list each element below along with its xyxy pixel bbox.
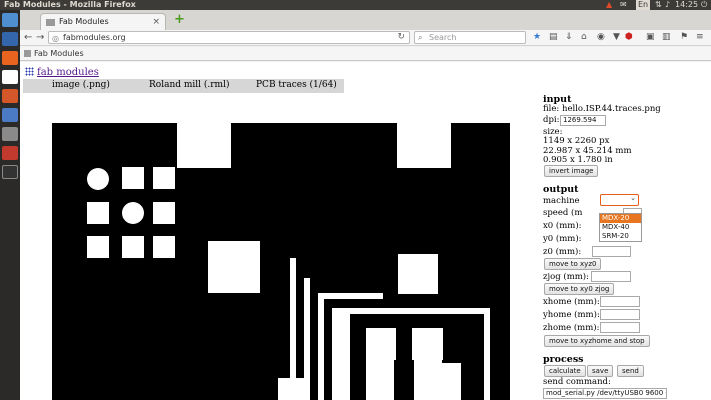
text-editor-icon[interactable]	[2, 108, 18, 122]
files-icon[interactable]	[2, 32, 18, 46]
yhome-label: yhome (mm):	[543, 310, 600, 320]
machine-select[interactable]: ⌄	[600, 194, 639, 206]
network-icon[interactable]: ⇅	[655, 0, 662, 10]
terminal-icon[interactable]	[2, 165, 18, 179]
search-icon: ⌕	[418, 33, 423, 42]
mail-icon[interactable]: ✉	[620, 0, 627, 10]
input-file: file: hello.ISP.44.traces.png	[543, 104, 661, 114]
search-input[interactable]: ⌕ Search	[414, 31, 526, 44]
bookmark-favicon-icon	[24, 50, 31, 57]
pcb-traces-image	[52, 123, 510, 400]
zhome-label: zhome (mm):	[543, 323, 600, 333]
url-text: fabmodules.org	[63, 33, 126, 42]
reading-list-icon[interactable]: ▤	[549, 32, 558, 43]
home-icon[interactable]: ⌂	[581, 32, 587, 43]
dpi-input[interactable]: 1269.594	[560, 115, 606, 126]
xhome-label: xhome (mm):	[543, 297, 600, 307]
machine-option[interactable]: MDX-40	[600, 223, 641, 232]
save-button[interactable]: save	[587, 365, 614, 377]
zhome-input[interactable]	[600, 322, 640, 333]
fab-logo-icon	[25, 67, 34, 76]
bookmarks-bar: Fab Modules	[20, 47, 711, 61]
software-center-icon[interactable]	[2, 89, 18, 103]
z0-input[interactable]	[592, 246, 631, 257]
send-command-label: send command:	[543, 377, 611, 387]
url-bar[interactable]: ◎ fabmodules.org ↻	[48, 31, 410, 44]
send-command-input[interactable]: mod_serial.py /dev/ttyUSB0 9600 -	[543, 388, 667, 399]
launcher	[0, 10, 20, 400]
dpi-label: dpi:	[543, 115, 560, 125]
tab-fab-modules[interactable]: Fab Modules ×	[40, 13, 166, 30]
reload-icon[interactable]: ↻	[397, 32, 405, 43]
keyboard-indicator[interactable]: En	[636, 0, 651, 10]
zjog-input[interactable]	[591, 271, 631, 282]
settings-icon[interactable]	[2, 127, 18, 141]
search-placeholder: Search	[429, 33, 457, 42]
close-tab-icon[interactable]: ×	[152, 14, 160, 30]
tab-bar: Fab Modules × +	[20, 10, 711, 30]
speed-label: speed (m	[543, 208, 583, 218]
downloads-icon[interactable]: ⇓	[565, 32, 573, 43]
y0-label: y0 (mm):	[543, 234, 582, 244]
favicon-icon	[46, 19, 55, 26]
volume-icon[interactable]: ♪	[665, 0, 670, 10]
xhome-input[interactable]	[600, 296, 640, 307]
menu-icon[interactable]: ≡	[696, 32, 704, 43]
tool-icon[interactable]	[2, 146, 18, 160]
fab-modules-logo-link[interactable]: fab modules	[25, 67, 99, 78]
zjog-label: zjog (mm):	[543, 272, 589, 282]
logo-text: fab modules	[37, 67, 99, 78]
tab-title: Fab Modules	[59, 17, 109, 26]
move-to-xyzhome-button[interactable]: move to xyzhome and stop	[544, 335, 650, 347]
machine-dropdown: MDX-20 MDX-40 SRM-20	[599, 213, 642, 242]
chat-icon[interactable]: ◉	[597, 32, 605, 43]
dash-icon[interactable]	[2, 13, 18, 27]
power-icon[interactable]: ⏻	[701, 0, 707, 10]
alert-icon[interactable]: ▲	[606, 0, 612, 10]
output-heading: output	[543, 184, 579, 195]
machine-label: machine	[543, 196, 580, 206]
adblock-icon[interactable]: ⬢	[625, 32, 633, 43]
pocket-icon[interactable]: ▼	[613, 32, 620, 43]
bookmark-star-icon[interactable]: ★	[533, 32, 541, 43]
yhome-input[interactable]	[600, 309, 640, 320]
document-icon[interactable]	[2, 70, 18, 84]
firefox-icon[interactable]	[2, 51, 18, 65]
menu-output-machine[interactable]: Roland mill (.rml)	[149, 79, 230, 92]
machine-option[interactable]: MDX-20	[600, 214, 641, 223]
x0-label: x0 (mm):	[543, 221, 582, 231]
calculate-button[interactable]: calculate	[544, 365, 586, 377]
extension-icon-3[interactable]: ⚑	[680, 32, 688, 43]
globe-icon: ◎	[52, 34, 59, 43]
size-in: 0.905 x 1.780 in	[543, 155, 613, 165]
module-menu-bar: image (.png) Roland mill (.rml) PCB trac…	[23, 79, 344, 93]
chevron-down-icon: ⌄	[630, 194, 636, 202]
send-button[interactable]: send	[617, 365, 644, 377]
machine-option[interactable]: SRM-20	[600, 232, 641, 241]
nav-bar: ← → ◎ fabmodules.org ↻ ⌕ Search ★ ▤ ⇓ ⌂ …	[20, 30, 711, 46]
move-to-xyz0-button[interactable]: move to xyz0	[544, 258, 602, 270]
system-top-bar: Fab Modules - Mozilla Firefox ▲ ✉ En ⇅ ♪…	[0, 0, 711, 10]
move-to-xy0-zjog-button[interactable]: move to xy0 zjog	[544, 283, 615, 295]
back-button[interactable]: ←	[24, 31, 32, 44]
forward-button[interactable]: →	[36, 31, 44, 44]
bookmark-fab-modules[interactable]: Fab Modules	[34, 47, 84, 61]
page-content: fab modules image (.png) Roland mill (.r…	[20, 62, 711, 400]
size-px: 1149 x 2260 px	[543, 136, 610, 146]
menu-process[interactable]: PCB traces (1/64)	[256, 79, 337, 92]
extension-icon[interactable]: ▣	[646, 32, 655, 43]
clock[interactable]: 14:25	[675, 0, 698, 10]
process-heading: process	[543, 354, 584, 365]
window-title: Fab Modules - Mozilla Firefox	[4, 0, 136, 9]
z0-label: z0 (mm):	[543, 247, 582, 257]
new-tab-button[interactable]: +	[174, 13, 185, 26]
menu-input-format[interactable]: image (.png)	[52, 79, 110, 92]
extension-icon-2[interactable]: ▥	[662, 32, 671, 43]
invert-image-button[interactable]: invert image	[544, 165, 599, 177]
